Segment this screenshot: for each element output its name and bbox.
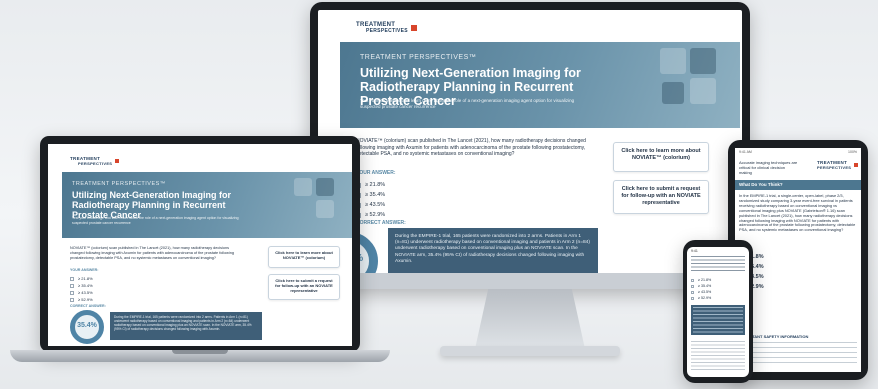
- laptop-options: ≥ 21.8% ≥ 35.4% ≥ 43.5% ≥ 52.9%: [70, 275, 93, 303]
- answer-option[interactable]: ≥ 43.5%: [70, 289, 93, 296]
- correct-answer-label: CORRECT ANSWER:: [356, 220, 406, 226]
- hero-subtitle: Test your knowledge and learn more about…: [360, 98, 575, 109]
- answer-option[interactable]: ≥ 35.4%: [70, 282, 93, 289]
- hero-tile: [660, 48, 686, 74]
- your-answer-label: YOUR ANSWER:: [70, 268, 99, 272]
- tablet-section-header: What Do You Think?: [735, 180, 861, 190]
- phone-safety-text: [691, 341, 745, 371]
- request-followup-button[interactable]: Click here to submit a request for follo…: [268, 274, 340, 300]
- result-ring: 35.4%: [70, 310, 104, 344]
- answer-option[interactable]: ≥ 43.5%: [356, 200, 385, 210]
- monitor-hero-banner: TREATMENT PERSPECTIVES™ Utilizing Next-G…: [340, 42, 740, 128]
- smartphone: 9:41 ≥ 21.8% ≥ 35.4% ≥ 43.5% ≥ 52.9%: [683, 240, 753, 383]
- monitor-question: NOVIATE™ (colorium) scan published in Th…: [356, 138, 586, 157]
- laptop: TREATMENT PERSPECTIVES TREATMENT PERSPEC…: [40, 136, 360, 352]
- request-followup-button[interactable]: Click here to submit a request for follo…: [613, 180, 709, 214]
- safety-info-text: [739, 342, 857, 366]
- phone-screen: 9:41 ≥ 21.8% ≥ 35.4% ≥ 43.5% ≥ 52.9%: [687, 247, 749, 377]
- learn-more-button[interactable]: Click here to learn more about NOVIATE™ …: [613, 142, 709, 172]
- monitor-stand: [475, 289, 585, 349]
- result-percent: 35.4%: [77, 322, 97, 329]
- phone-result-panel: [691, 305, 745, 335]
- hero-tile: [690, 48, 716, 74]
- phone-status-bar: 9:41: [691, 249, 698, 253]
- your-answer-label: YOUR ANSWER:: [356, 170, 396, 176]
- phone-options: ≥ 21.8% ≥ 35.4% ≥ 43.5% ≥ 52.9%: [691, 277, 711, 301]
- hero-eyebrow: TREATMENT PERSPECTIVES™: [72, 181, 166, 187]
- result-explanation: During the EMPIRE-1 trial, 165 patients …: [110, 312, 262, 340]
- laptop-screen: TREATMENT PERSPECTIVES TREATMENT PERSPEC…: [48, 144, 352, 346]
- monitor-base: [440, 346, 620, 356]
- tablet-heading: Accurate imaging techniques are critical…: [739, 160, 798, 175]
- logo-mark-icon: [854, 163, 859, 167]
- tablet-logo: TREATMENT PERSPECTIVES: [817, 160, 859, 170]
- status-time: 9:41 AM: [739, 150, 752, 154]
- hero-tile: [316, 200, 334, 218]
- answer-option[interactable]: ≥ 52.9%: [70, 296, 93, 303]
- learn-more-button[interactable]: Click here to learn more about NOVIATE™ …: [268, 246, 340, 268]
- laptop-notch: [172, 350, 228, 354]
- hero-tile: [316, 178, 334, 196]
- logo-mark-icon: [410, 25, 417, 31]
- result-explanation: During the EMPIRE-1 trial, 165 patients …: [388, 228, 598, 273]
- tablet-question: In the EMPIRE-1 trial, a single-center, …: [739, 193, 856, 233]
- tablet-screen: 9:41 AM 100% Accurate imaging techniques…: [735, 148, 861, 372]
- hero-tile: [662, 82, 684, 104]
- laptop-hero-banner: TREATMENT PERSPECTIVES™ Utilizing Next-G…: [62, 172, 352, 238]
- hero-tile: [690, 78, 716, 104]
- monitor-options: ≥ 21.8% ≥ 35.4% ≥ 43.5% ≥ 52.9%: [356, 180, 385, 220]
- answer-option[interactable]: ≥ 35.4%: [356, 190, 385, 200]
- monitor-screen: TREATMENT PERSPECTIVES TREATMENT PERSPEC…: [318, 10, 742, 273]
- tablet-status-bar: 9:41 AM 100%: [735, 148, 861, 156]
- phone-question: [691, 256, 745, 272]
- correct-answer-label: CORRECT ANSWER:: [70, 304, 106, 308]
- answer-option[interactable]: ≥ 21.8%: [70, 275, 93, 282]
- status-battery: 100%: [848, 150, 857, 154]
- monitor-logo: TREATMENT PERSPECTIVES: [356, 22, 417, 34]
- logo-mark-icon: [115, 159, 120, 163]
- answer-option[interactable]: ≥ 21.8%: [356, 180, 385, 190]
- hero-eyebrow: TREATMENT PERSPECTIVES™: [360, 54, 477, 61]
- hero-subtitle: Test your knowledge and learn more about…: [72, 216, 239, 225]
- answer-option[interactable]: ≥ 52.9%: [356, 210, 385, 220]
- hero-tile: [294, 178, 312, 196]
- answer-option[interactable]: ≥ 52.9%: [691, 295, 711, 301]
- laptop-logo: TREATMENT PERSPECTIVES: [70, 156, 120, 166]
- laptop-question: NOVIATE™ (colorium) scan published in Th…: [70, 246, 234, 260]
